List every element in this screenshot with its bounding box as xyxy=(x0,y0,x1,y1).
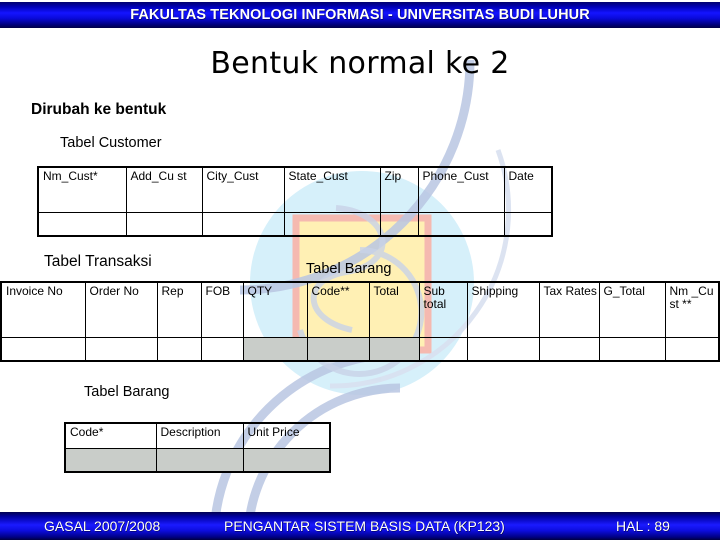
caption-tabel-transaksi: Tabel Transaksi xyxy=(44,253,152,270)
column-header: Order No xyxy=(84,281,158,338)
table-cell xyxy=(201,212,285,237)
table-cell xyxy=(664,337,720,362)
page-title: Bentuk normal ke 2 xyxy=(210,46,510,81)
column-header: Tax Rates xyxy=(538,281,600,338)
table-cell xyxy=(155,448,244,473)
column-header: G_Total xyxy=(598,281,666,338)
table-cell xyxy=(379,212,419,237)
table-row-header: Nm_Cust* Add_Cu st City_Cust State_Cust … xyxy=(37,166,553,213)
table-row xyxy=(0,337,720,362)
table-cell xyxy=(84,337,158,362)
column-header: Zip xyxy=(379,166,419,213)
column-header: Date xyxy=(503,166,553,213)
table-cell xyxy=(598,337,666,362)
table-row-header: Code* Description Unit Price xyxy=(64,422,331,449)
table-cell xyxy=(283,212,381,237)
header-title: FAKULTAS TEKNOLOGI INFORMASI - UNIVERSIT… xyxy=(130,7,590,23)
table-cell xyxy=(306,337,370,362)
column-header: FOB xyxy=(200,281,244,338)
column-header: Unit Price xyxy=(242,422,331,449)
caption-tabel-customer: Tabel Customer xyxy=(60,135,162,151)
table-cell xyxy=(125,212,203,237)
table-cell xyxy=(156,337,202,362)
table-cell xyxy=(200,337,244,362)
footer-term: GASAL 2007/2008 xyxy=(44,518,161,534)
table-cell xyxy=(466,337,540,362)
column-header: Total xyxy=(368,281,420,338)
column-header: Rep xyxy=(156,281,202,338)
table-row xyxy=(64,448,331,473)
column-header: Nm_Cust* xyxy=(37,166,127,213)
column-header: Phone_Cust xyxy=(417,166,505,213)
table-cell xyxy=(242,448,331,473)
table-cell xyxy=(538,337,600,362)
footer-page-number: HAL : 89 xyxy=(616,518,670,534)
slide-subtitle: Dirubah ke bentuk xyxy=(31,101,167,118)
footer-course: PENGANTAR SISTEM BASIS DATA (KP123) xyxy=(224,518,505,534)
table-cell xyxy=(242,337,308,362)
caption-tabel-barang-top: Tabel Barang xyxy=(306,261,392,277)
column-header: Code** xyxy=(306,281,370,338)
table-customer: Nm_Cust* Add_Cu st City_Cust State_Cust … xyxy=(37,166,553,237)
footer-bar: GASAL 2007/2008 PENGANTAR SISTEM BASIS D… xyxy=(0,512,720,540)
header-bar: FAKULTAS TEKNOLOGI INFORMASI - UNIVERSIT… xyxy=(0,2,720,28)
column-header: City_Cust xyxy=(201,166,285,213)
column-header: Shipping xyxy=(466,281,540,338)
table-cell xyxy=(368,337,420,362)
column-header: Description xyxy=(155,422,244,449)
table-barang: Code* Description Unit Price xyxy=(64,422,331,473)
column-header: Nm _Cu st ** xyxy=(664,281,720,338)
table-cell xyxy=(64,448,157,473)
table-cell xyxy=(0,337,86,362)
column-header: QTY xyxy=(242,281,308,338)
column-header: Invoice No xyxy=(0,281,86,338)
table-row-header: Invoice No Order No Rep FOB QTY Code** T… xyxy=(0,281,720,338)
column-header: Code* xyxy=(64,422,157,449)
caption-tabel-barang-bottom: Tabel Barang xyxy=(84,384,170,400)
column-header: Add_Cu st xyxy=(125,166,203,213)
column-header: State_Cust xyxy=(283,166,381,213)
table-cell xyxy=(37,212,127,237)
column-header: Sub total xyxy=(418,281,468,338)
table-cell xyxy=(418,337,468,362)
table-transaksi: Invoice No Order No Rep FOB QTY Code** T… xyxy=(0,281,720,362)
table-cell xyxy=(503,212,553,237)
table-cell xyxy=(417,212,505,237)
table-row xyxy=(37,212,553,237)
